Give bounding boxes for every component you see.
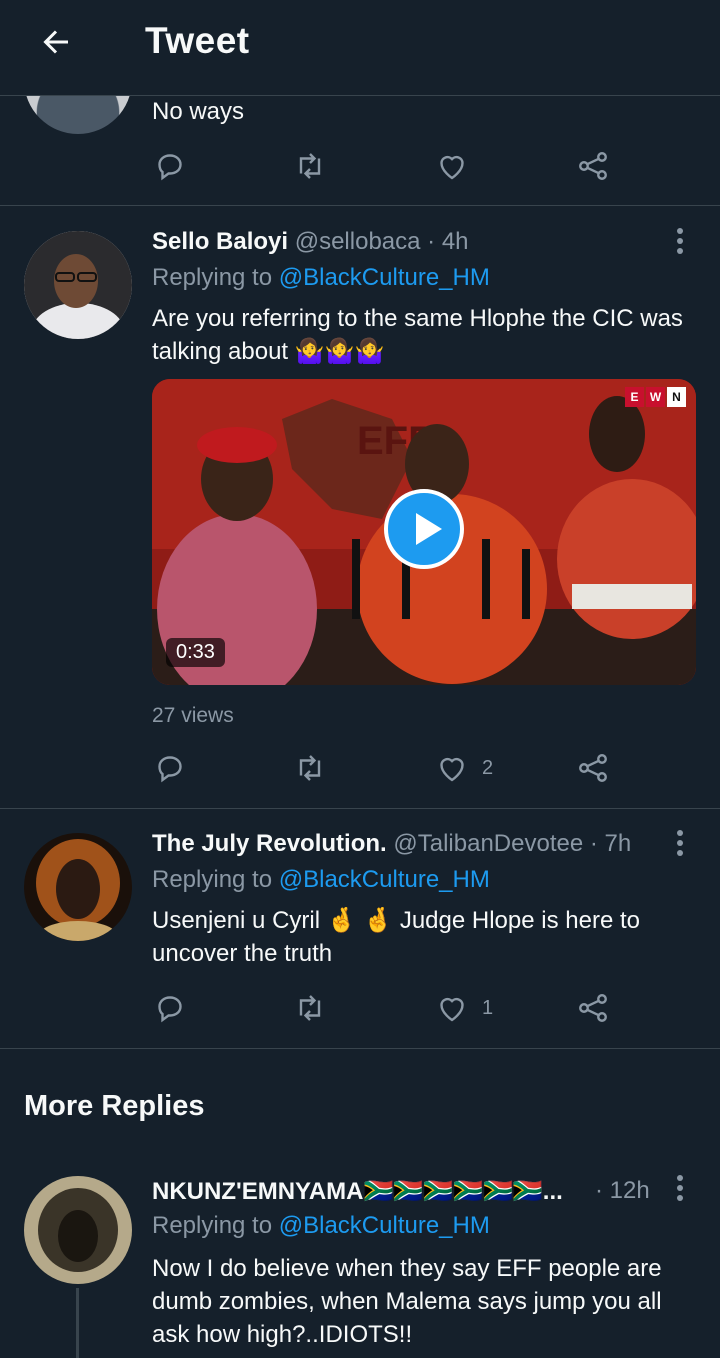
share-icon [579, 994, 607, 1022]
back-arrow-icon[interactable] [38, 24, 74, 60]
tweet-header: The July Revolution. @TalibanDevotee · 7… [152, 830, 631, 858]
tweet-actions: 2 [152, 748, 622, 788]
reply-button[interactable] [152, 988, 188, 1028]
video-duration: 0:33 [166, 638, 225, 667]
reply-icon [158, 154, 182, 181]
avatar[interactable] [24, 231, 132, 339]
channel-logo: E W N [625, 387, 686, 407]
tweet-text: Are you referring to the same Hlophe the… [152, 305, 683, 365]
tweet[interactable]: Sello Baloyi @sellobaca · 4h Replying to… [0, 208, 720, 809]
handle[interactable]: @TalibanDevotee [393, 830, 583, 857]
replying-to: Replying to @BlackCulture_HM [152, 1212, 490, 1240]
like-count: 1 [482, 996, 494, 1019]
retweet-icon [299, 755, 321, 781]
heart-icon [440, 757, 464, 782]
retweet-button[interactable] [292, 988, 328, 1028]
view-count: 27 views [152, 704, 234, 727]
tweet-header: NKUNZ'EMNYAMA🇿🇦🇿🇦🇿🇦🇿🇦🇿🇦🇿🇦... [152, 1177, 563, 1206]
avatar[interactable] [24, 1176, 132, 1284]
heart-icon [440, 997, 464, 1022]
like-button[interactable]: 1 [434, 988, 493, 1028]
video-thumbnail[interactable]: EFF E W N 0:33 [152, 379, 696, 685]
more-options-icon[interactable] [674, 227, 686, 255]
like-count: 2 [482, 756, 494, 779]
reply-icon [158, 996, 182, 1023]
retweet-icon [299, 153, 321, 179]
display-name[interactable]: Sello Baloyi [152, 228, 288, 255]
section-title: More Replies [24, 1090, 205, 1122]
display-name[interactable]: The July Revolution. [152, 830, 387, 857]
tweet-actions [152, 146, 622, 186]
avatar-photo [24, 833, 132, 941]
reply-button[interactable] [152, 748, 188, 788]
reply-button[interactable] [152, 146, 188, 186]
replying-prefix: Replying to [152, 264, 279, 291]
retweet-icon [299, 995, 321, 1021]
tweet-header: Sello Baloyi @sellobaca · 4h [152, 228, 469, 256]
replying-to: Replying to @BlackCulture_HM [152, 264, 490, 292]
timestamp: · 7h [589, 830, 632, 857]
like-button[interactable]: 2 [434, 748, 493, 788]
tweet[interactable]: NKUNZ'EMNYAMA🇿🇦🇿🇦🇿🇦🇿🇦🇿🇦🇿🇦... · 12h Reply… [0, 1155, 720, 1358]
avatar-photo [24, 231, 132, 339]
handle[interactable]: @sellobaca [295, 228, 421, 255]
like-button[interactable] [434, 146, 470, 186]
avatar-photo [24, 1176, 132, 1284]
logo-letter: E [625, 387, 644, 407]
replying-to-link[interactable]: @BlackCulture_HM [279, 264, 490, 291]
retweet-button[interactable] [292, 748, 328, 788]
tweet-actions: 1 [152, 988, 622, 1028]
partial-tweet[interactable]: No ways [0, 26, 720, 206]
heart-icon [440, 155, 464, 180]
replying-prefix: Replying to [152, 866, 279, 893]
share-icon [579, 152, 607, 180]
share-button[interactable] [575, 988, 611, 1028]
top-app-bar: Tweet [0, 0, 720, 96]
retweet-button[interactable] [292, 146, 328, 186]
replying-to: Replying to @BlackCulture_HM [152, 866, 490, 894]
play-icon[interactable] [384, 489, 464, 569]
tweet-text: Usenjeni u Cyril 🤞 🤞 Judge Hlope is here… [152, 907, 640, 967]
timestamp: · 4h [427, 228, 469, 255]
more-options-icon[interactable] [674, 1174, 686, 1202]
share-button[interactable] [575, 748, 611, 788]
more-options-icon[interactable] [674, 829, 686, 857]
share-icon [579, 754, 607, 782]
reply-icon [158, 756, 182, 783]
display-name[interactable]: NKUNZ'EMNYAMA🇿🇦🇿🇦🇿🇦🇿🇦🇿🇦🇿🇦... [152, 1178, 563, 1205]
share-button[interactable] [575, 146, 611, 186]
timestamp: · 12h [595, 1177, 650, 1204]
logo-letter: N [667, 387, 686, 407]
replying-to-link[interactable]: @BlackCulture_HM [279, 1212, 490, 1239]
replying-prefix: Replying to [152, 1212, 279, 1239]
replying-to-link[interactable]: @BlackCulture_HM [279, 866, 490, 893]
thread-connector [76, 1288, 79, 1358]
page-title: Tweet [145, 20, 250, 61]
tweet[interactable]: The July Revolution. @TalibanDevotee · 7… [0, 810, 720, 1049]
tweet-text: Now I do believe when they say EFF peopl… [152, 1255, 662, 1348]
tweet-text: No ways [152, 98, 245, 125]
avatar[interactable] [24, 833, 132, 941]
logo-letter: W [646, 387, 665, 407]
